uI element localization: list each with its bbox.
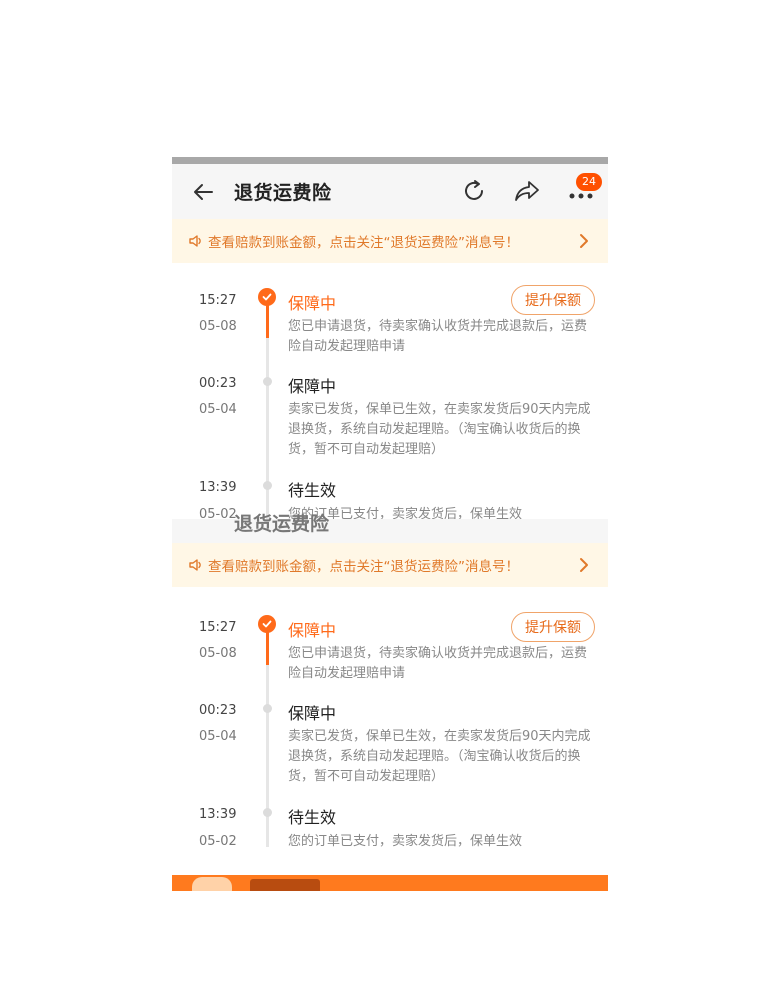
event-time: 15:27 [199, 620, 237, 635]
event-description: 您已申请退货，待卖家确认收货并完成退款后，运费险自动发起理赔申请 [288, 646, 588, 681]
event-date: 05-08 [199, 646, 237, 661]
more-icon[interactable] [568, 193, 594, 199]
raise-coverage-button[interactable]: 提升保额 [511, 285, 595, 315]
notice-banner[interactable]: 查看赔款到账金额，点击关注“退货运费险”消息号！ [172, 219, 608, 263]
stitched-header-fragment: 退货运费险 [172, 513, 608, 543]
back-arrow-icon[interactable] [192, 181, 214, 203]
event-description: 卖家已发货，保单已生效，在卖家发货后90天内完成退换货，系统自动发起理赔。（淘宝… [288, 402, 591, 457]
event-status: 保障中 [288, 377, 337, 396]
check-icon [262, 620, 272, 628]
promo-tag [250, 879, 320, 891]
event-status: 保障中 [288, 621, 337, 640]
speaker-icon [189, 235, 201, 247]
notice-banner[interactable]: 查看赔款到账金额，点击关注“退货运费险”消息号！ [172, 543, 608, 587]
event-status: 待生效 [288, 808, 337, 827]
event-description: 卖家已发货，保单已生效，在卖家发货后90天内完成退换货，系统自动发起理赔。（淘宝… [288, 729, 591, 784]
event-date: 05-04 [199, 729, 237, 744]
top-nav-bar: 退货运费险 24 [172, 164, 608, 222]
timeline-node-active [258, 615, 276, 633]
promo-figure [192, 877, 232, 891]
timeline-node [263, 704, 272, 713]
speaker-icon [189, 559, 201, 571]
timeline-node [263, 481, 272, 490]
event-description: 您的订单已支付，卖家发货后，保单生效 [288, 834, 523, 849]
event-time: 15:27 [199, 293, 237, 308]
check-icon [262, 293, 272, 301]
event-time: 13:39 [199, 807, 237, 822]
chevron-right-icon [580, 558, 588, 572]
event-time: 13:39 [199, 480, 237, 495]
message-count-badge: 24 [576, 173, 602, 191]
notice-text: 查看赔款到账金额，点击关注“退货运费险”消息号！ [208, 235, 519, 251]
timeline-node-active [258, 288, 276, 306]
chevron-right-icon [580, 234, 588, 248]
event-date: 05-08 [199, 319, 237, 334]
raise-coverage-button[interactable]: 提升保额 [511, 612, 595, 642]
event-time: 00:23 [199, 376, 237, 391]
ghost-title: 退货运费险 [234, 513, 330, 535]
event-status: 待生效 [288, 481, 337, 500]
event-description: 您已申请退货，待卖家确认收货并完成退款后，运费险自动发起理赔申请 [288, 319, 588, 354]
event-status: 保障中 [288, 704, 337, 723]
timeline-node [263, 808, 272, 817]
event-date: 05-02 [199, 834, 237, 849]
app-screen: 退货运费险 24 查看赔款到账金额，点击关注“退货运费险”消息号！ 15:27 … [172, 157, 608, 891]
event-time: 00:23 [199, 703, 237, 718]
promo-banner[interactable] [172, 875, 608, 891]
status-bar-strip [172, 157, 608, 164]
event-date: 05-04 [199, 402, 237, 417]
timeline-node [263, 377, 272, 386]
notice-text: 查看赔款到账金额，点击关注“退货运费险”消息号！ [208, 559, 519, 575]
refresh-icon[interactable] [462, 179, 486, 203]
page-title: 退货运费险 [234, 182, 332, 204]
share-icon[interactable] [514, 179, 540, 203]
event-status: 保障中 [288, 294, 337, 313]
